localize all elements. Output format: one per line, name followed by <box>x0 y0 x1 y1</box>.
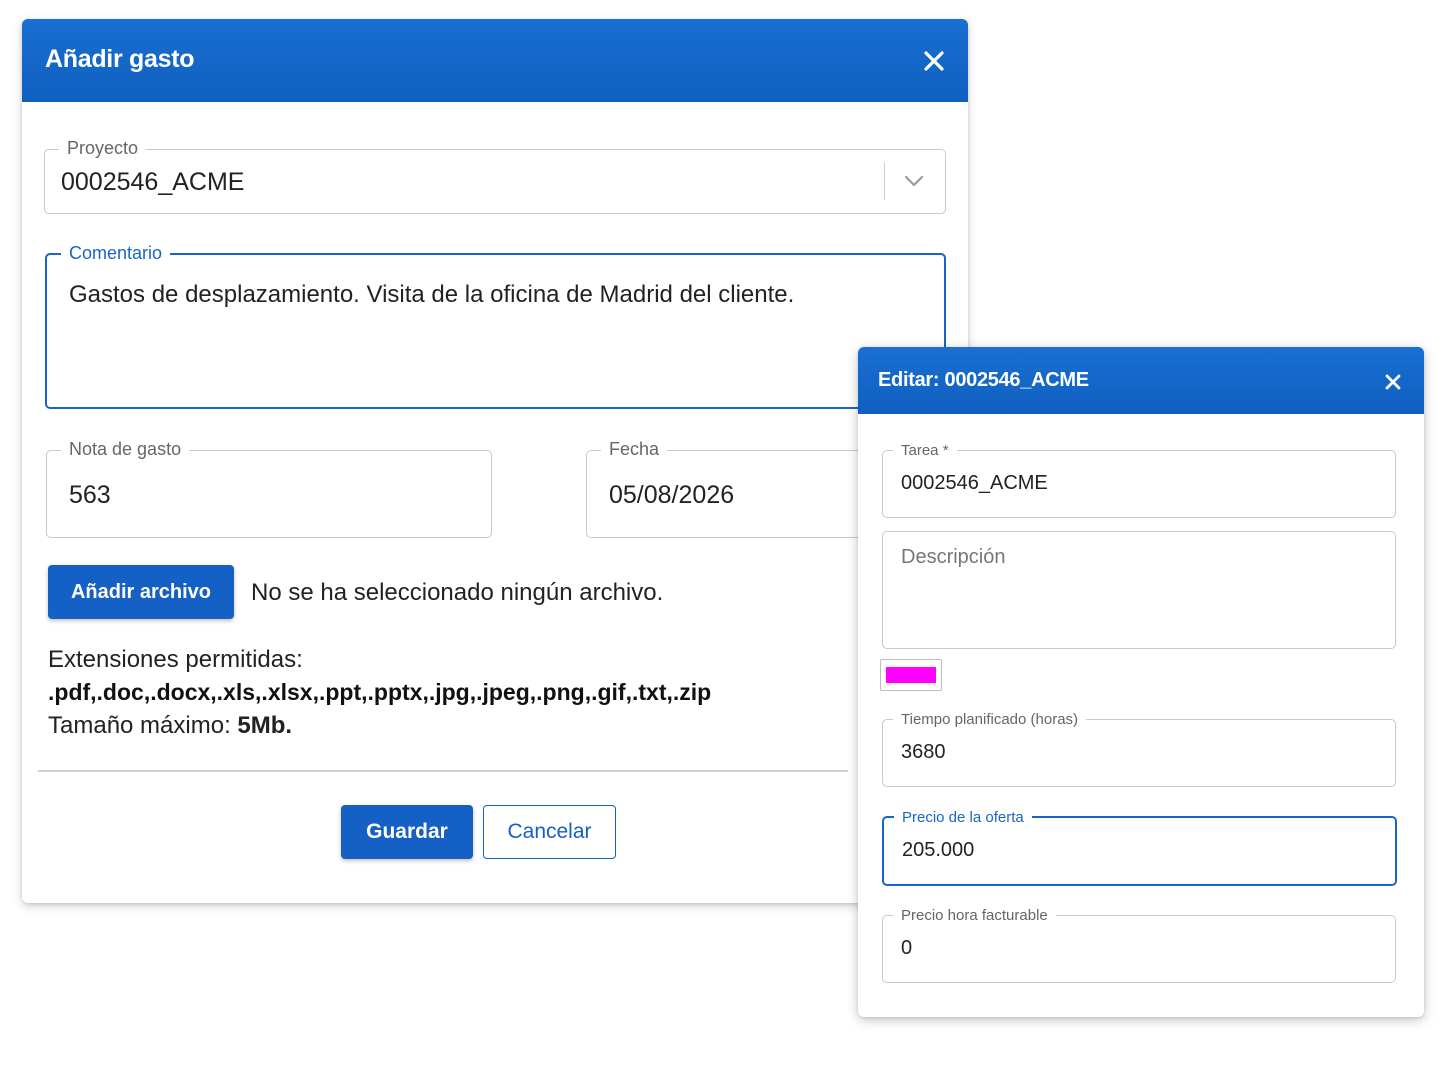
project-select[interactable]: Proyecto 0002546_ACME <box>44 137 946 214</box>
date-label: Fecha <box>601 438 668 460</box>
task-label: Tarea * <box>893 440 957 462</box>
planned-time-label: Tiempo planificado (horas) <box>893 709 1087 731</box>
description-textarea[interactable]: Descripción <box>882 531 1396 649</box>
offer-price-label: Precio de la oferta <box>894 807 1032 829</box>
comment-textarea[interactable]: Comentario Gastos de desplazamiento. Vis… <box>45 242 946 409</box>
dialog-header: Añadir gasto <box>22 19 968 102</box>
close-icon[interactable] <box>924 51 944 71</box>
offer-price-field[interactable]: Precio de la oferta 205.000 <box>882 807 1397 886</box>
task-field[interactable]: Tarea * 0002546_ACME <box>882 440 1396 518</box>
footer-divider <box>38 770 848 772</box>
extensions-value: .pdf,.doc,.docx,.xls,.xlsx,.ppt,.pptx,.j… <box>48 679 712 705</box>
billable-rate-value: 0 <box>901 937 913 959</box>
task-value: 0002546_ACME <box>901 472 1048 494</box>
chevron-down-icon[interactable] <box>903 170 925 197</box>
add-file-button[interactable]: Añadir archivo <box>48 565 234 619</box>
edit-task-dialog: Editar: 0002546_ACME Tarea * 0002546_ACM… <box>858 347 1424 1017</box>
color-swatch <box>886 667 936 683</box>
add-expense-dialog: Añadir gasto Proyecto 0002546_ACME Comen… <box>22 19 968 903</box>
max-size-label: Tamaño máximo: <box>48 712 238 739</box>
billable-rate-field[interactable]: Precio hora facturable 0 <box>882 905 1396 983</box>
file-status-text: No se ha seleccionado ningún archivo. <box>251 579 664 606</box>
planned-time-value: 3680 <box>901 741 946 763</box>
dialog-title: Añadir gasto <box>45 45 195 73</box>
project-label: Proyecto <box>59 137 147 159</box>
cancel-button[interactable]: Cancelar <box>483 805 616 859</box>
select-divider <box>883 162 885 200</box>
color-picker[interactable] <box>880 659 942 691</box>
save-button[interactable]: Guardar <box>341 805 473 859</box>
description-placeholder: Descripción <box>901 546 1006 568</box>
close-icon[interactable] <box>1385 374 1401 390</box>
offer-price-value: 205.000 <box>902 839 975 861</box>
date-value: 05/08/2026 <box>609 481 735 509</box>
dialog-header: Editar: 0002546_ACME <box>858 347 1424 414</box>
project-value: 0002546_ACME <box>61 168 245 196</box>
dialog-title: Editar: 0002546_ACME <box>878 369 1089 391</box>
extensions-label: Extensiones permitidas: <box>48 646 303 673</box>
comment-label: Comentario <box>61 242 171 264</box>
max-size-text: Tamaño máximo: 5Mb. <box>48 712 292 740</box>
billable-rate-label: Precio hora facturable <box>893 905 1056 927</box>
expense-note-field[interactable]: Nota de gasto 563 <box>46 438 492 538</box>
max-size-value: 5Mb. <box>237 712 293 739</box>
comment-value: Gastos de desplazamiento. Visita de la o… <box>69 281 795 308</box>
expense-note-label: Nota de gasto <box>61 438 190 460</box>
planned-time-field[interactable]: Tiempo planificado (horas) 3680 <box>882 709 1396 787</box>
expense-note-value: 563 <box>69 481 111 509</box>
